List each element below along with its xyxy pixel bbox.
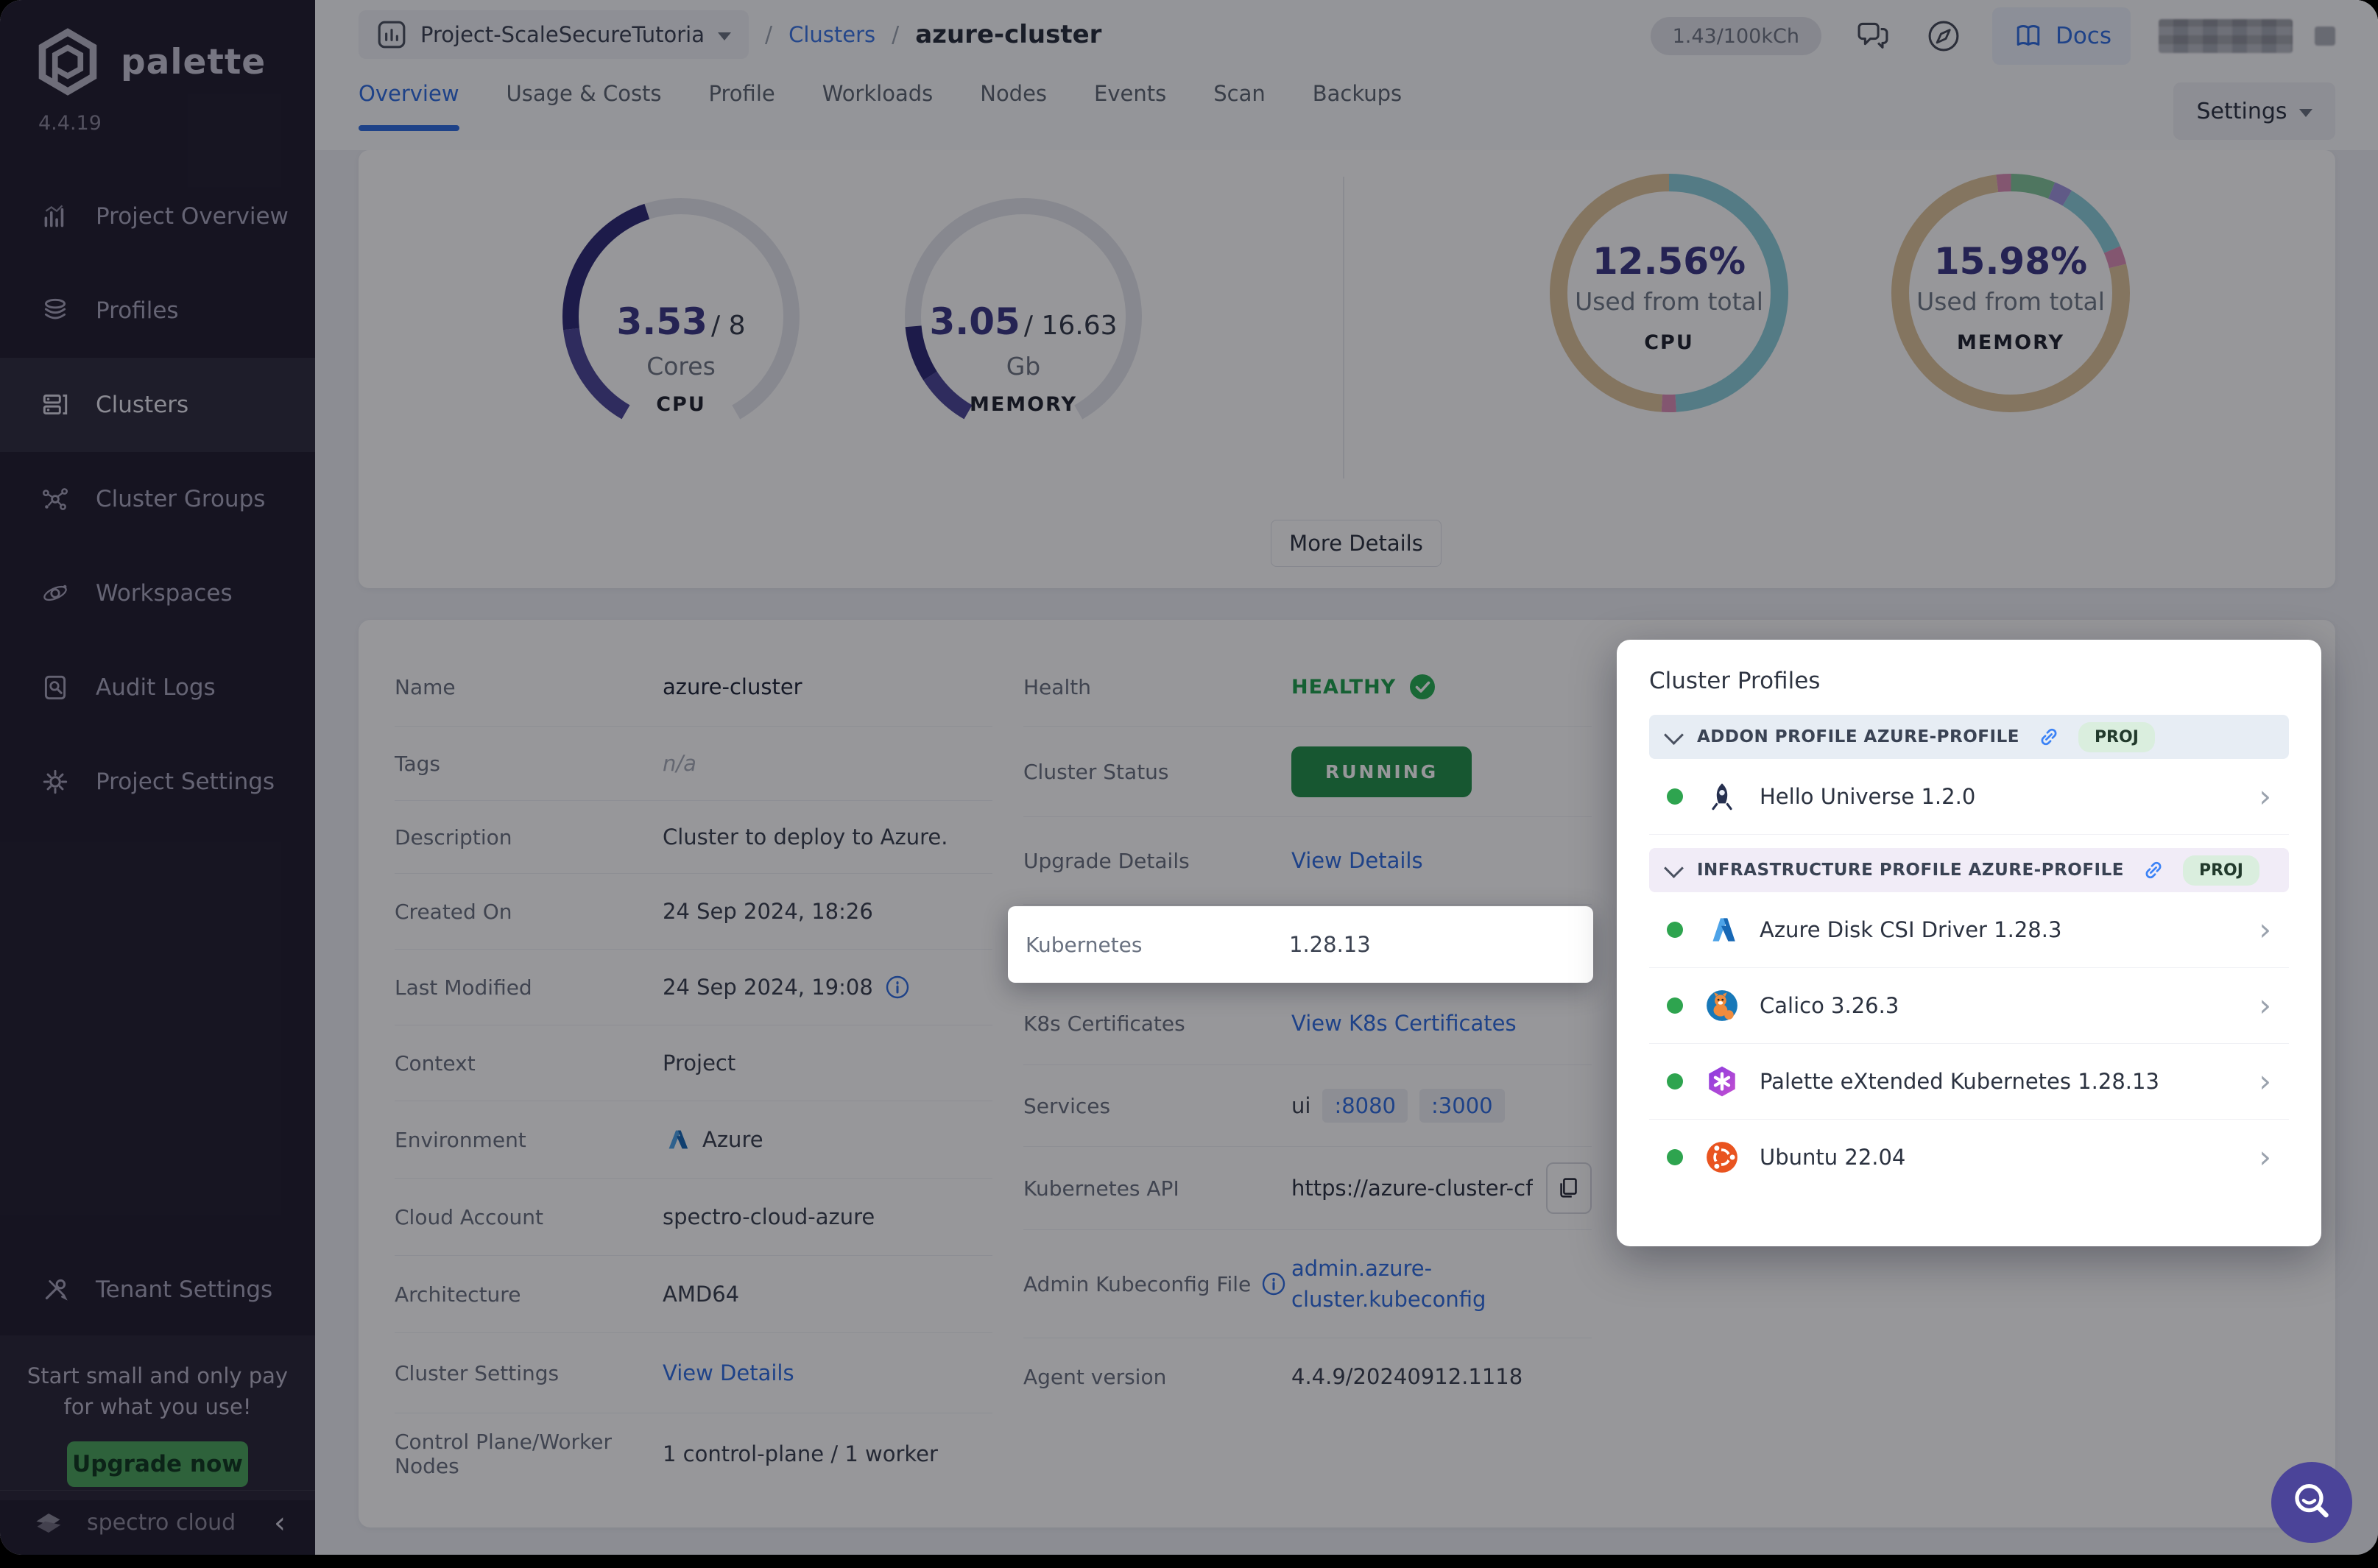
cluster-profiles-panel: Cluster Profiles ADDON PROFILE AZURE-PRO…	[1617, 640, 2321, 1246]
link-icon	[2145, 861, 2162, 879]
azure-icon	[1712, 918, 1735, 942]
profile-item-ubuntu[interactable]: Ubuntu 22.04 ›	[1649, 1120, 2289, 1195]
profile-item-name: Azure Disk CSI Driver 1.28.3	[1760, 917, 2062, 942]
link-icon	[2041, 728, 2057, 746]
kubernetes-label: Kubernetes	[1026, 932, 1143, 957]
magnifier-smile-icon	[2295, 1483, 2329, 1518]
kubernetes-version-spotlight-row[interactable]: Kubernetes 1.28.13	[1008, 906, 1593, 983]
profile-item-calico[interactable]: Calico 3.26.3 ›	[1649, 968, 2289, 1044]
profile-item-name: Palette eXtended Kubernetes 1.28.13	[1760, 1069, 2159, 1094]
status-dot	[1667, 788, 1683, 805]
calico-icon	[1707, 990, 1737, 1021]
profile-item-name: Calico 3.26.3	[1760, 993, 1899, 1018]
profile-item-azure-disk-csi[interactable]: Azure Disk CSI Driver 1.28.3 ›	[1649, 892, 2289, 968]
proj-badge: PROJ	[2182, 855, 2259, 886]
status-dot	[1667, 1073, 1683, 1090]
profile-item-name: Hello Universe 1.2.0	[1760, 784, 1976, 809]
chevron-right-icon: ›	[2259, 911, 2271, 947]
app-window: palette 4.4.19 Project Overview Profiles	[0, 0, 2378, 1555]
panel-title: Cluster Profiles	[1649, 668, 1821, 694]
section-header-label: INFRASTRUCTURE PROFILE AZURE-PROFILE	[1697, 861, 2124, 880]
tour-search-beacon-button[interactable]	[2271, 1462, 2352, 1543]
profile-item-palette-extended-kubernetes[interactable]: Palette eXtended Kubernetes 1.28.13 ›	[1649, 1044, 2289, 1120]
ubuntu-icon	[1707, 1142, 1737, 1173]
section-header-label: ADDON PROFILE AZURE-PROFILE	[1697, 727, 2019, 746]
kubernetes-version-value: 1.28.13	[1289, 932, 1371, 957]
status-dot	[1667, 922, 1683, 938]
addon-profile-section-header[interactable]: ADDON PROFILE AZURE-PROFILE PROJ	[1649, 715, 2289, 759]
chevron-right-icon: ›	[2259, 1139, 2271, 1175]
infrastructure-profile-section-header[interactable]: INFRASTRUCTURE PROFILE AZURE-PROFILE PRO…	[1649, 848, 2289, 892]
profile-item-hello-universe[interactable]: Hello Universe 1.2.0 ›	[1649, 759, 2289, 835]
chevron-right-icon: ›	[2259, 987, 2271, 1023]
chevron-down-icon	[1664, 724, 1684, 745]
chevron-right-icon: ›	[2259, 778, 2271, 814]
pxk-icon	[1709, 1066, 1735, 1097]
chevron-down-icon	[1664, 858, 1684, 878]
profile-item-name: Ubuntu 22.04	[1760, 1145, 1906, 1170]
chevron-right-icon: ›	[2259, 1063, 2271, 1099]
proj-badge: PROJ	[2078, 721, 2155, 752]
status-dot	[1667, 997, 1683, 1014]
hello-universe-icon	[1712, 783, 1732, 811]
status-dot	[1667, 1149, 1683, 1165]
